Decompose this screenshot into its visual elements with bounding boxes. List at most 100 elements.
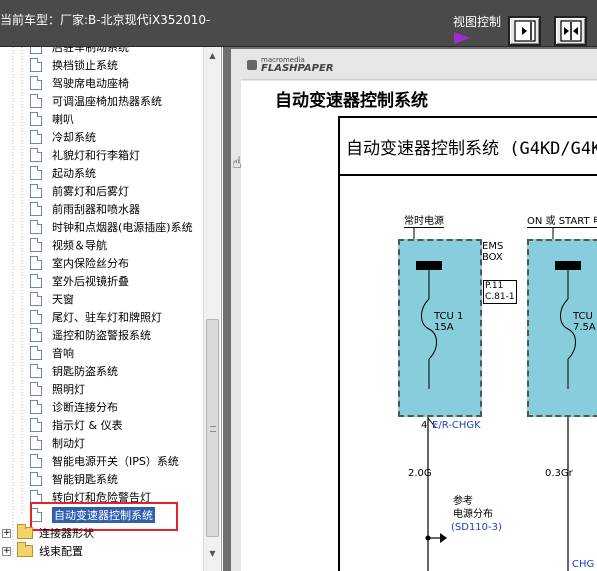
top-bar: 当前车型：厂家:B-北京现代iX352010- 视图控制 — [0, 0, 597, 47]
document-icon — [30, 184, 42, 198]
tree-item-label: 智能电源开关（IPS）系统 — [52, 455, 179, 468]
document-title: 自动变速器控制系统 — [275, 91, 428, 111]
tree-item-label: 驾驶席电动座椅 — [52, 77, 129, 90]
document-icon — [30, 148, 42, 162]
tree-item-label: 天窗 — [52, 293, 74, 306]
tree-item-label: 钥匙防盗系统 — [52, 365, 118, 378]
tcu1-fuse-label: TCU 1 15A — [434, 311, 464, 333]
document-icon — [30, 166, 42, 180]
tree-item[interactable]: 指示灯 & 仪表 — [30, 416, 123, 434]
tree-item[interactable]: 可调温座椅加热器系统 — [30, 92, 162, 110]
tree-item[interactable]: 诊断连接分布 — [30, 398, 118, 416]
view-control-arrow-icon — [454, 32, 470, 44]
toolbar-divider — [241, 79, 597, 80]
reference-code-link[interactable]: (SD110-3) — [451, 522, 502, 533]
tree-item-label: 室内保险丝分布 — [52, 257, 129, 270]
tree-item[interactable]: 前雾灯和后雾灯 — [30, 182, 129, 200]
scroll-up-arrow-icon[interactable]: ▲ — [204, 47, 221, 63]
reference-label: 参考 电源分布 — [453, 496, 493, 520]
tree-item[interactable]: 礼貌灯和行李箱灯 — [30, 146, 140, 164]
tree-item-label: 制动灯 — [52, 437, 85, 450]
tree-item-label: 室外后视镜折叠 — [52, 275, 129, 288]
split-panel-view-button[interactable] — [554, 16, 587, 46]
tree-item-label: 前雾灯和后雾灯 — [52, 185, 129, 198]
scroll-down-arrow-icon[interactable]: ▼ — [204, 545, 221, 561]
tree-item-partial[interactable]: 后驻车制动系统 — [30, 47, 129, 56]
current-car-model: 当前车型：厂家:B-北京现代iX352010- — [0, 13, 211, 27]
wire-color-right: 0.3Gr — [545, 468, 573, 479]
tree-item[interactable]: 换档锁止系统 — [30, 56, 118, 74]
tree-item[interactable]: 喇叭 — [30, 110, 74, 128]
tree-item[interactable]: 时钟和点烟器(电源插座)系统 — [30, 218, 193, 236]
tree-folder-connector-shapes[interactable]: + 连接器形状 — [2, 524, 94, 542]
ems-fuse-block: TCU 1 15A — [398, 239, 482, 417]
split-panel-icon — [559, 20, 582, 42]
document-icon — [30, 364, 42, 378]
bottom-connector-label: CHG — [572, 559, 595, 570]
tree-item-label: 换档锁止系统 — [52, 59, 118, 72]
expand-icon[interactable]: + — [2, 528, 11, 538]
document-icon — [30, 328, 42, 342]
tree-item[interactable]: 制动灯 — [30, 434, 85, 452]
document-icon — [30, 130, 42, 144]
wire-color-left: 2.0G — [408, 468, 432, 479]
tree-vertical-scrollbar[interactable]: ▲ ▼ — [203, 47, 220, 571]
tree-item-label: 音响 — [52, 347, 74, 360]
tree-item[interactable]: 尾灯、驻车灯和牌照灯 — [30, 308, 162, 326]
document-tree: 后驻车制动系统 换档锁止系统 驾驶席电动座椅可调温座椅加热器系统喇叭冷却系统礼貌灯… — [0, 47, 222, 571]
document-icon — [30, 238, 42, 252]
single-panel-view-button[interactable] — [508, 16, 541, 46]
view-control-label: 视图控制 — [453, 15, 502, 29]
flashpaper-canvas: macromedia FLASHPAPER 自动变速器控制系统 自动变速器控制系… — [231, 49, 597, 571]
tcu2-fuse-label: TCU 7.5A — [573, 311, 596, 333]
tree-item[interactable]: 起动系统 — [30, 164, 96, 182]
tree-item-label: 礼貌灯和行李箱灯 — [52, 149, 140, 162]
tree-item[interactable]: 室内保险丝分布 — [30, 254, 129, 272]
document-icon — [30, 382, 42, 396]
connector-name: E/R-CHGK — [432, 420, 481, 431]
flashpaper-mark-icon — [247, 60, 257, 70]
collapse-panel-icon — [513, 20, 536, 42]
tree-item[interactable]: 视频＆导航 — [30, 236, 107, 254]
tree-item-label: 智能钥匙系统 — [52, 473, 118, 486]
scrollbar-thumb[interactable] — [206, 319, 219, 537]
document-icon — [30, 202, 42, 216]
document-icon — [30, 94, 42, 108]
document-icon — [30, 472, 42, 486]
tree-item[interactable]: 冷却系统 — [30, 128, 96, 146]
tree-item-label: 尾灯、驻车灯和牌照灯 — [52, 311, 162, 324]
tree-item[interactable]: 天窗 — [30, 290, 74, 308]
tree-folder-harness-config[interactable]: + 线束配置 — [2, 542, 83, 560]
tree-item[interactable]: 智能钥匙系统 — [30, 470, 118, 488]
tree-item[interactable]: 照明灯 — [30, 380, 85, 398]
tree-item[interactable]: 音响 — [30, 344, 74, 362]
wiring-diagram: 自动变速器控制系统 (G4KD/G4KE : THE 常时电源 ON 或 STA… — [338, 116, 597, 571]
on-start-fuse-block: TCU 7.5A — [527, 239, 597, 417]
document-icon — [30, 58, 42, 72]
tree-item-label: 起动系统 — [52, 167, 96, 180]
document-icon — [30, 292, 42, 306]
tree-item[interactable]: 钥匙防盗系统 — [30, 362, 118, 380]
tree-item[interactable]: 室外后视镜折叠 — [30, 272, 129, 290]
tree-item[interactable]: 驾驶席电动座椅 — [30, 74, 129, 92]
document-page: 自动变速器控制系统 自动变速器控制系统 (G4KD/G4KE : THE 常时电… — [241, 81, 597, 571]
ems-box-label: EMS BOX — [482, 241, 504, 263]
document-icon — [30, 220, 42, 234]
tree-item-label: 前雨刮器和喷水器 — [52, 203, 140, 216]
document-icon — [30, 274, 42, 288]
hand-cursor-icon: ☝ — [232, 153, 242, 172]
tree-item[interactable]: 前雨刮器和喷水器 — [30, 200, 140, 218]
document-icon — [30, 436, 42, 450]
tree-item[interactable]: 遥控和防盗警报系统 — [30, 326, 151, 344]
folder-label: 连接器形状 — [39, 527, 94, 540]
connector-pin-number: 4 — [421, 420, 428, 431]
tree-item-label: 喇叭 — [52, 113, 74, 126]
document-icon — [30, 454, 42, 468]
tree-item[interactable]: 智能电源开关（IPS）系统 — [30, 452, 179, 470]
expand-icon[interactable]: + — [2, 546, 11, 556]
tree-item-label: 时钟和点烟器(电源插座)系统 — [52, 221, 193, 234]
tree-item-label: 诊断连接分布 — [52, 401, 118, 414]
document-icon — [30, 418, 42, 432]
tree-item-label: 冷却系统 — [52, 131, 96, 144]
folder-label: 线束配置 — [39, 545, 83, 558]
